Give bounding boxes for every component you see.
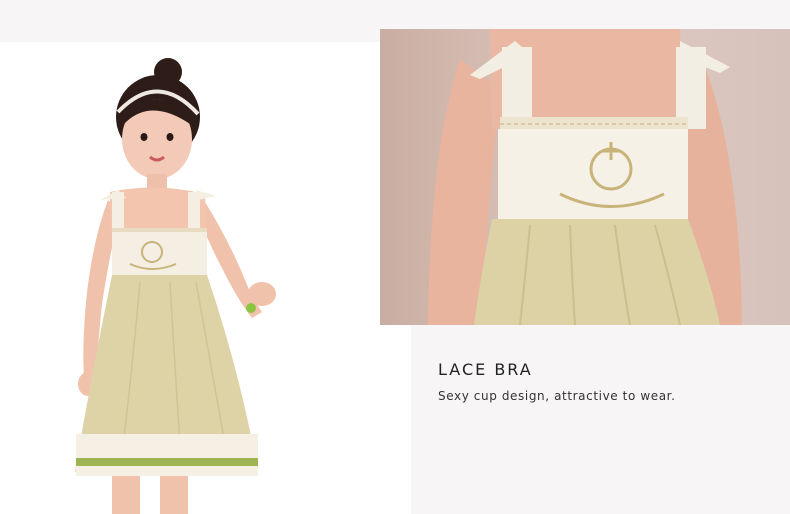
feature-description: Sexy cup design, attractive to wear.: [438, 389, 676, 403]
product-photo-closeup: [380, 29, 790, 325]
feature-title: LACE BRA: [438, 360, 533, 379]
caption-panel: [411, 324, 790, 514]
bodice-closeup-illustration: [428, 29, 742, 325]
feature-caption: LACE BRA Sexy cup design, attractive to …: [438, 360, 676, 403]
girl-in-dress-illustration: [75, 58, 276, 514]
product-photo-full: [0, 42, 411, 514]
